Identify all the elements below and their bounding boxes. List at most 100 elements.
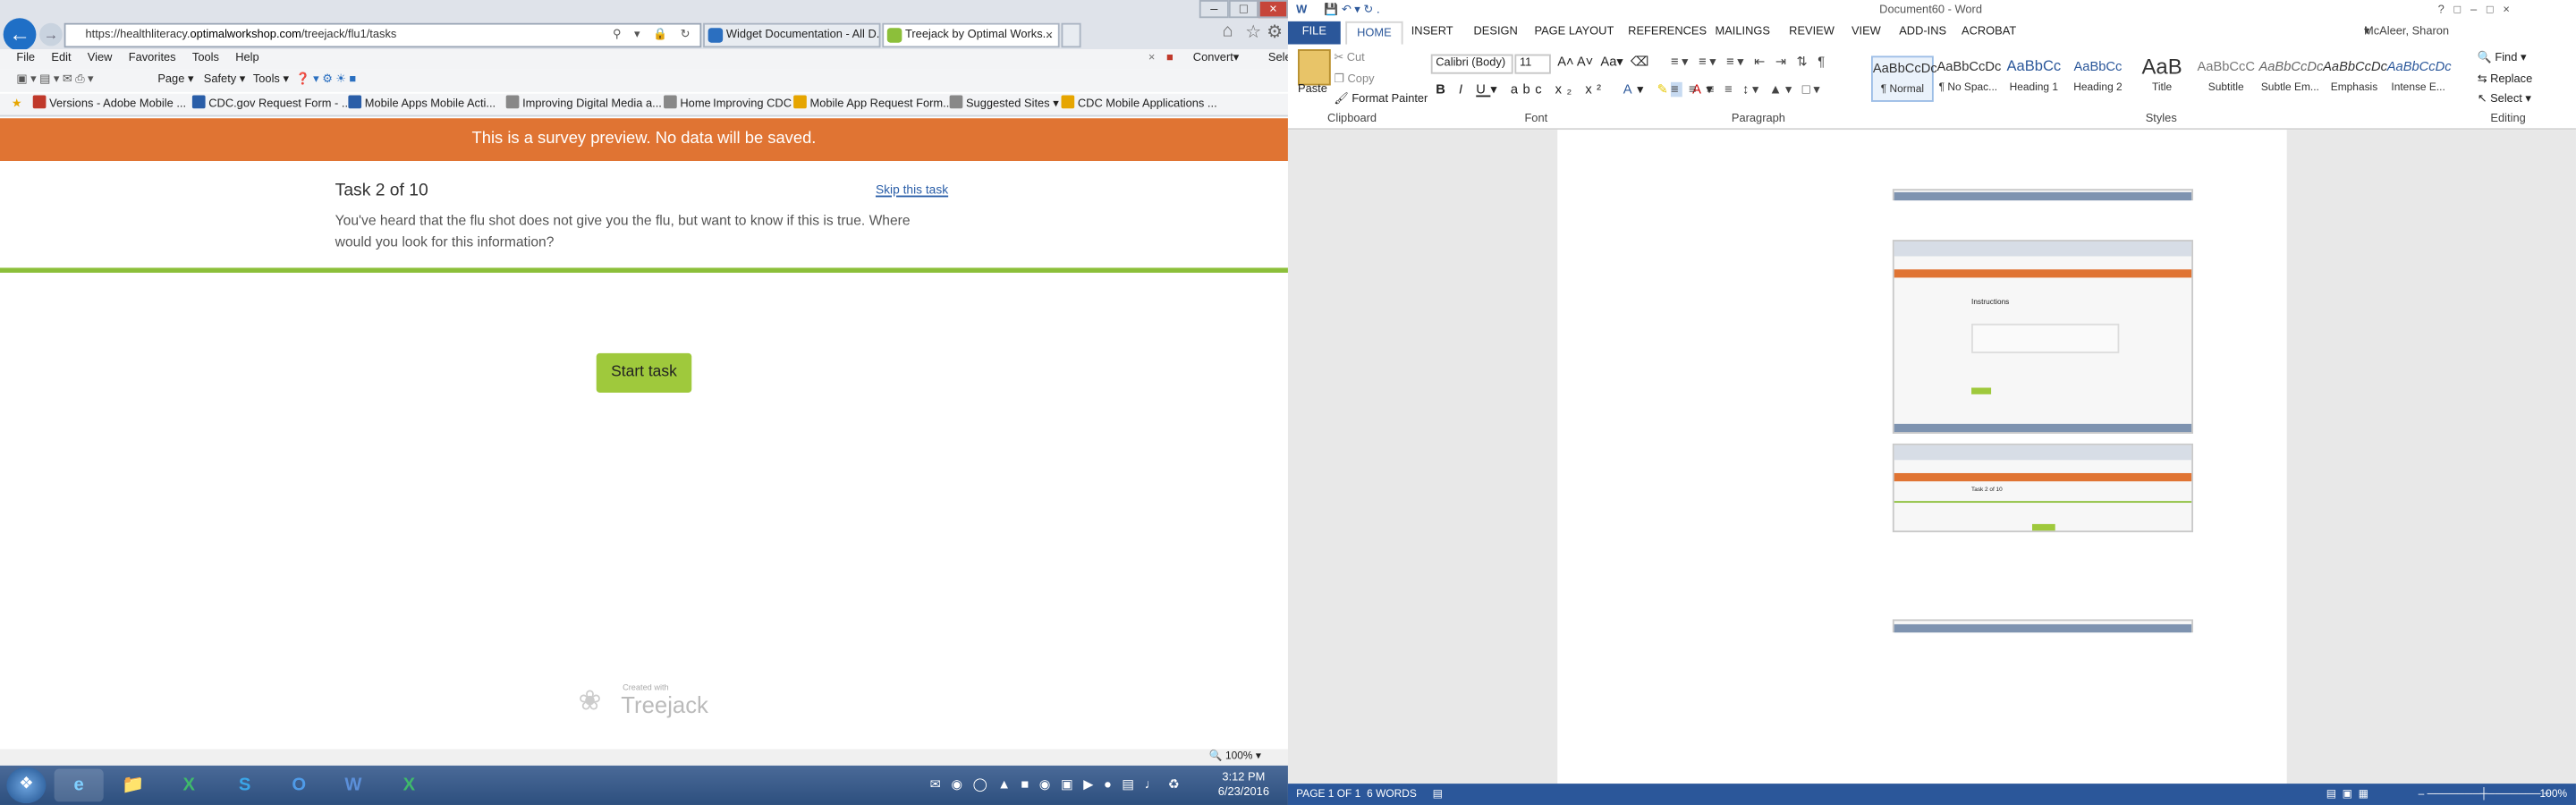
address-icons[interactable]: ⚲ ▾ 🔒 ↻ bbox=[613, 25, 695, 47]
ie-taskbar-icon[interactable]: e bbox=[54, 768, 104, 802]
font-grow-shrink-icons[interactable]: A˄ A˅ Aa▾ ⌫ bbox=[1557, 55, 1649, 70]
close-tab-icon[interactable]: × bbox=[1046, 25, 1054, 47]
select-button[interactable]: Select bbox=[1252, 49, 1288, 69]
fav-item[interactable]: Home bbox=[664, 94, 711, 117]
clock[interactable]: 3:12 PM 6/23/2016 bbox=[1211, 770, 1276, 800]
tab-acrobat[interactable]: ACROBAT bbox=[1962, 21, 2016, 45]
style-heading-1[interactable]: AaBbCc Heading 1 bbox=[2003, 55, 2065, 101]
created-with-treejack[interactable]: ❀ Created with Treejack bbox=[579, 682, 726, 718]
convert-button[interactable]: ■ Convert ▾ bbox=[1166, 49, 1239, 69]
fav-item[interactable]: Versions - Adobe Mobile ... bbox=[32, 94, 186, 117]
fav-item[interactable]: Suggested Sites ▾ bbox=[949, 94, 1059, 117]
style-subtitle[interactable]: AaBbCcC Subtitle bbox=[2195, 55, 2258, 101]
paragraph-align-icons[interactable]: ≡ ≡ ≡ ≡ ↕▾ ▲▾ □▾ bbox=[1670, 81, 1823, 97]
cut-button[interactable]: ✂ Cut bbox=[1334, 51, 1364, 64]
fav-item[interactable]: CDC Mobile Applications ... bbox=[1061, 94, 1217, 117]
fav-item[interactable]: Improving CDC bbox=[713, 94, 792, 117]
tab-view[interactable]: VIEW bbox=[1852, 21, 1881, 45]
tab-references[interactable]: REFERENCES bbox=[1628, 21, 1707, 45]
tab-design[interactable]: DESIGN bbox=[1474, 21, 1518, 45]
style-normal[interactable]: AaBbCcDc ¶ Normal bbox=[1871, 55, 1937, 102]
proofing-icon[interactable]: ▤ bbox=[1433, 784, 1443, 805]
start-button[interactable]: ❖ bbox=[6, 767, 47, 804]
favorites-star-icon[interactable]: ★ bbox=[12, 94, 22, 117]
font-name-select[interactable]: Calibri (Body) bbox=[1430, 54, 1513, 74]
fav-item[interactable]: Improving Digital Media a... bbox=[505, 94, 662, 117]
word-zoom-level[interactable]: 100% bbox=[2540, 784, 2568, 805]
word-taskbar-icon[interactable]: W bbox=[328, 769, 377, 802]
pasted-screenshot-3[interactable]: Task 2 of 10 bbox=[1892, 443, 2193, 533]
favorites-star-icon[interactable]: ☆ bbox=[1245, 21, 1261, 43]
font-size-select[interactable]: 11 bbox=[1514, 54, 1551, 74]
paste-button[interactable]: Paste bbox=[1298, 84, 1327, 96]
menu-edit[interactable]: Edit bbox=[51, 49, 71, 69]
format-painter-button[interactable]: 🖌 Format Painter bbox=[1334, 92, 1428, 106]
maximize-button[interactable]: □ bbox=[1228, 0, 1258, 19]
safety-menu[interactable]: Safety ▾ bbox=[204, 69, 246, 92]
pasted-screenshot-4[interactable] bbox=[1892, 619, 2193, 633]
fav-item[interactable]: Mobile Apps bbox=[348, 94, 428, 117]
page-count[interactable]: PAGE 1 OF 1 bbox=[1296, 784, 1360, 805]
tab-insert[interactable]: INSERT bbox=[1411, 21, 1453, 45]
tab-add-ins[interactable]: ADD-INS bbox=[1899, 21, 1946, 45]
pasted-screenshot-2[interactable]: Instructions bbox=[1892, 240, 2193, 434]
command-icons[interactable]: ▣ ▾ ▤ ▾ ✉ ⎙ ▾ bbox=[16, 69, 93, 92]
help-icon[interactable]: ❓ ▾ ⚙ ☀ ■ bbox=[296, 69, 357, 92]
menu-help[interactable]: Help bbox=[235, 49, 258, 69]
paste-icon[interactable] bbox=[1297, 49, 1331, 86]
gear-icon[interactable]: ⚙ bbox=[1267, 21, 1283, 43]
select-button[interactable]: ↖ Select ▾ bbox=[2478, 92, 2531, 106]
quick-access-icons[interactable]: 💾 ↶ ▾ ↻ ․ bbox=[1324, 0, 1380, 21]
excel-taskbar-icon[interactable]: X bbox=[165, 769, 214, 802]
menu-favorites[interactable]: Favorites bbox=[129, 49, 176, 69]
menu-file[interactable]: File bbox=[16, 49, 35, 69]
start-task-button[interactable]: Start task bbox=[596, 352, 692, 393]
address-bar[interactable]: https://healthliteracy.optimalworkshop.c… bbox=[64, 22, 702, 48]
style-heading-2[interactable]: AaBbCc Heading 2 bbox=[2067, 55, 2130, 101]
style-subtle-emphasis[interactable]: AaBbCcDc Subtle Em... bbox=[2258, 55, 2323, 101]
style-emphasis[interactable]: AaBbCcDc Emphasis bbox=[2323, 55, 2387, 101]
tab-review[interactable]: REVIEW bbox=[1789, 21, 1835, 45]
tab-widget-docs[interactable]: Widget Documentation - All D... bbox=[703, 22, 881, 48]
paragraph-list-icons[interactable]: ≡▾ ≡▾ ≡▾ ⇤ ⇥ ⇅ ¶ bbox=[1671, 55, 1828, 70]
tab-file[interactable]: FILE bbox=[1287, 21, 1341, 45]
style-intense-emphasis[interactable]: AaBbCcDc Intense E... bbox=[2387, 55, 2452, 101]
replace-button[interactable]: ⇆ Replace bbox=[2478, 72, 2533, 86]
new-tab-button[interactable] bbox=[1061, 22, 1081, 48]
view-buttons[interactable]: ▤ ▣ ▦ bbox=[2326, 784, 2368, 805]
skype-taskbar-icon[interactable]: S bbox=[220, 769, 269, 802]
zoom-slider[interactable]: – ───────┼─────── + bbox=[2419, 784, 2550, 805]
tab-page-layout[interactable]: PAGE LAYOUT bbox=[1534, 21, 1614, 45]
skip-task-link[interactable]: Skip this task bbox=[876, 182, 948, 198]
copy-button[interactable]: ❐ Copy bbox=[1334, 72, 1374, 86]
menu-tools[interactable]: Tools bbox=[192, 49, 219, 69]
document-page[interactable]: Instructions Task 2 of 10 bbox=[1557, 130, 2287, 784]
close-button[interactable]: × bbox=[1258, 0, 1288, 19]
word-window-controls[interactable]: ? □ – □ × bbox=[2438, 0, 2510, 21]
tools-menu[interactable]: Tools ▾ bbox=[253, 69, 289, 92]
page-menu[interactable]: Page ▾ bbox=[157, 69, 193, 92]
user-name[interactable]: McAleer, Sharon (CDC/OID/OADC) ▾ bbox=[2364, 21, 2457, 61]
fav-item[interactable]: Mobile App Request Form... bbox=[793, 94, 953, 117]
style-title[interactable]: AaB Title bbox=[2131, 55, 2193, 101]
find-button[interactable]: 🔍 Find ▾ bbox=[2478, 51, 2527, 64]
word-count[interactable]: 6 WORDS bbox=[1367, 784, 1417, 805]
home-icon[interactable]: ⌂ bbox=[1223, 21, 1233, 41]
back-icon[interactable]: ← bbox=[3, 18, 37, 51]
zoom-control[interactable]: 🔍 100% ▾ bbox=[1209, 750, 1261, 766]
tab-treejack[interactable]: Treejack by Optimal Works... × bbox=[882, 22, 1060, 48]
minimize-button[interactable]: – bbox=[1199, 0, 1229, 19]
excel-taskbar-icon-2[interactable]: X bbox=[385, 769, 434, 802]
forward-icon[interactable]: → bbox=[39, 22, 63, 47]
pasted-screenshot-1[interactable] bbox=[1892, 189, 2193, 201]
fav-item[interactable]: CDC.gov Request Form - ... bbox=[191, 94, 352, 117]
outlook-taskbar-icon[interactable]: O bbox=[275, 769, 324, 802]
tab-mailings[interactable]: MAILINGS bbox=[1716, 21, 1770, 45]
fav-item[interactable]: Mobile Acti... bbox=[430, 94, 496, 117]
tray-icons[interactable]: ✉ ◉ ◯ ▲ ■ ◉ ▣ ▶ ● ▤ ♩ ♻ bbox=[930, 777, 1183, 792]
menu-view[interactable]: View bbox=[88, 49, 113, 69]
style-no-spacing[interactable]: AaBbCcDc ¶ No Spac... bbox=[1936, 55, 2001, 101]
explorer-taskbar-icon[interactable]: 📁 bbox=[108, 769, 157, 802]
close-menu-icon[interactable]: × bbox=[1148, 49, 1156, 69]
tab-home[interactable]: HOME bbox=[1345, 21, 1403, 47]
